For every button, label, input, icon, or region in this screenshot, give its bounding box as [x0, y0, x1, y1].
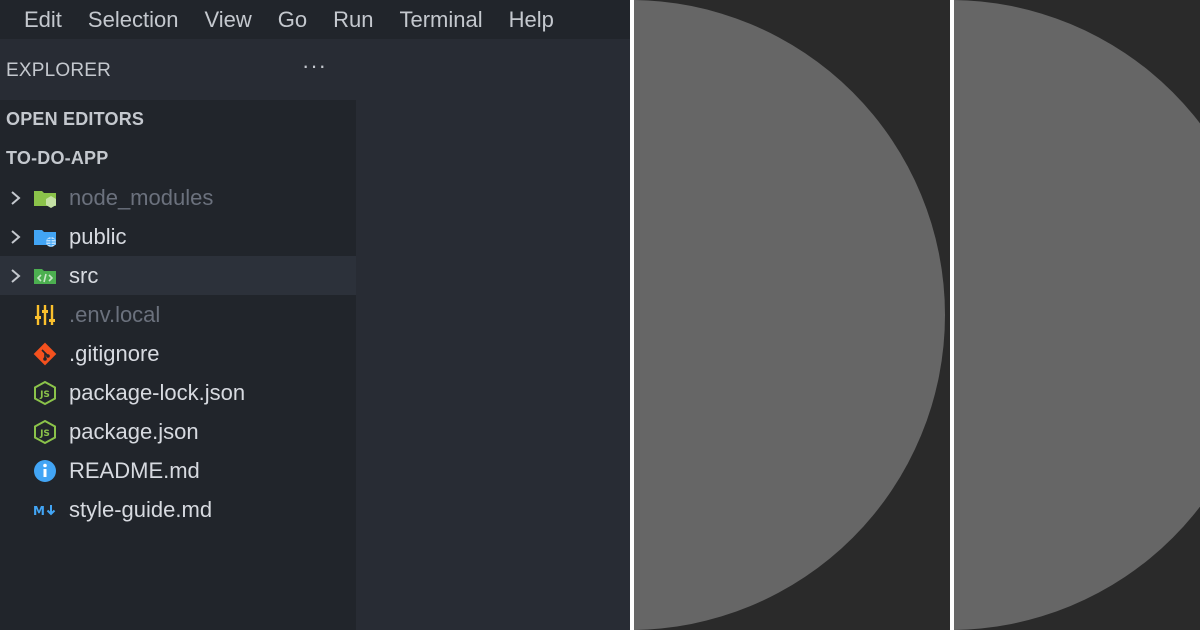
info-icon [32, 458, 58, 484]
half-circle-shape [634, 0, 945, 630]
folder-name: src [69, 262, 99, 288]
folder-name: public [69, 223, 127, 249]
file-name: README.md [69, 457, 200, 483]
chevron-right-icon[interactable] [0, 256, 32, 295]
folder-row[interactable]: src [0, 256, 356, 295]
chevron-right-icon[interactable] [0, 217, 32, 256]
folder-row[interactable]: node_modules [0, 178, 356, 217]
folder-row[interactable]: public [0, 217, 356, 256]
chevron-right-icon[interactable] [0, 178, 32, 217]
project-section[interactable]: TO-DO-APP [0, 139, 356, 178]
git-icon [32, 341, 58, 367]
vscode-window: Edit Selection View Go Run Terminal Help… [0, 0, 630, 630]
menu-edit[interactable]: Edit [0, 6, 75, 34]
explorer-header: EXPLORER ··· [0, 39, 356, 100]
nodejs-icon: JS [32, 419, 58, 445]
file-row[interactable]: Mstyle-guide.md [0, 490, 356, 529]
file-row[interactable]: JS package.json [0, 412, 356, 451]
node-folder-icon [32, 185, 58, 211]
file-row[interactable]: .env.local [0, 295, 356, 334]
menu-bar: Edit Selection View Go Run Terminal Help [0, 0, 630, 39]
explorer-title: EXPLORER [6, 60, 112, 81]
right-panel-2 [950, 0, 1200, 630]
src-folder-icon [32, 263, 58, 289]
file-name: package-lock.json [69, 379, 246, 405]
menu-run[interactable]: Run [320, 6, 386, 34]
menu-help[interactable]: Help [496, 6, 567, 34]
file-name: style-guide.md [69, 496, 213, 522]
file-name: package.json [69, 418, 199, 444]
menu-view[interactable]: View [191, 6, 264, 34]
public-folder-icon [32, 224, 58, 250]
file-row[interactable]: JS package-lock.json [0, 373, 356, 412]
menu-go[interactable]: Go [265, 6, 320, 34]
editor-area [356, 39, 630, 630]
svg-text:M: M [33, 504, 45, 518]
right-panel-1 [630, 0, 950, 630]
file-row[interactable]: README.md [0, 451, 356, 490]
menu-selection[interactable]: Selection [75, 6, 192, 34]
file-name: .env.local [69, 301, 161, 327]
settings-sliders-icon [32, 302, 58, 328]
svg-text:JS: JS [39, 429, 50, 439]
file-name: .gitignore [69, 340, 160, 366]
markdown-icon: M [32, 497, 58, 523]
menu-terminal[interactable]: Terminal [386, 6, 495, 34]
half-circle-shape [954, 0, 1200, 630]
file-row[interactable]: .gitignore [0, 334, 356, 373]
explorer-sidebar: EXPLORER ··· OPEN EDITORS TO-DO-APP node… [0, 39, 356, 630]
nodejs-icon: JS [32, 380, 58, 406]
folder-name: node_modules [69, 184, 214, 210]
file-tree: node_modulespublic src .env.local .gitignor… [0, 178, 356, 529]
more-actions-icon[interactable]: ··· [302, 53, 327, 79]
open-editors-section[interactable]: OPEN EDITORS [0, 100, 356, 139]
svg-text:JS: JS [39, 390, 50, 400]
